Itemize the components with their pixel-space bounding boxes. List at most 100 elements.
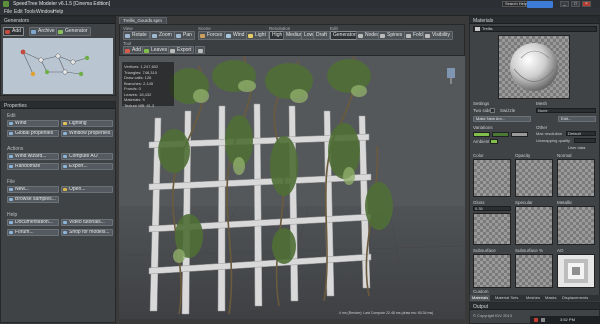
unwrapping-quality-field[interactable] (574, 138, 596, 143)
material-preview[interactable] (498, 35, 570, 99)
export-icon (63, 165, 67, 168)
generator-button[interactable]: Generator (56, 27, 91, 36)
file-section-label: File (7, 179, 16, 185)
visibility-mode-button[interactable]: Visibility (423, 31, 453, 40)
subsurface-percent-slot[interactable] (515, 254, 553, 288)
compute-ao-button[interactable]: Compute AO (61, 153, 113, 160)
tab-materials[interactable]: Materials (470, 295, 491, 301)
export-button[interactable]: Export... (61, 163, 113, 170)
randomize-button[interactable]: Randomize (7, 163, 59, 170)
wind-icon (226, 34, 231, 38)
window-icon (63, 132, 67, 135)
minimize-button[interactable]: _ (560, 1, 569, 7)
generator-icon (58, 30, 63, 34)
scene-wind-button[interactable]: Wind (224, 31, 248, 40)
zoom-button[interactable]: Zoom (150, 31, 175, 40)
fold-icon (406, 34, 411, 38)
pan-button[interactable]: Pan (174, 31, 195, 40)
window-properties-button[interactable]: Window properties (61, 130, 113, 137)
menu-window[interactable]: Window (36, 9, 54, 15)
folder-icon (63, 188, 67, 191)
leaves-tool-button[interactable]: Leaves (142, 46, 171, 54)
lighting-icon (63, 122, 67, 125)
menu-tools[interactable]: Tools (24, 9, 36, 15)
global-properties-button[interactable]: Global properties (7, 130, 59, 137)
custom-map-label: Custom (473, 289, 489, 294)
menu-edit[interactable]: Edit (14, 9, 23, 15)
specular-map-label: Specular (515, 200, 533, 205)
menu-help[interactable]: Help (53, 9, 63, 15)
video-tutorials-button[interactable]: Video tutorials... (61, 219, 113, 226)
close-button[interactable]: × (582, 1, 591, 7)
browse-samples-button[interactable]: Browse samples... (7, 196, 59, 203)
tab-masks[interactable]: Masks (543, 295, 559, 301)
open-button[interactable]: Open... (61, 186, 113, 193)
variation-swatch-gray[interactable] (511, 132, 528, 137)
forces-button[interactable]: Forces (198, 31, 226, 40)
mesh-label: Mesh (536, 101, 548, 106)
draft-resolution-button[interactable]: Draft (313, 31, 330, 40)
material-selector[interactable]: Trellis (473, 26, 597, 32)
document-tab[interactable]: Trellis_Gourds.spm (119, 17, 167, 24)
archive-button[interactable]: Archive (29, 27, 58, 36)
light-button[interactable]: Light (246, 31, 269, 40)
make-new-button[interactable]: Make New Am... (473, 116, 531, 122)
properties-panel: Properties Edit Wind Lighting Global pro… (0, 101, 116, 323)
tab-displacements[interactable]: Displacements (560, 295, 590, 301)
spines-mode-button[interactable]: Spines (378, 31, 406, 40)
wind-wizard-button[interactable]: Wind wizard... (7, 153, 59, 160)
ao-icon (63, 155, 67, 158)
specular-map-slot[interactable] (515, 206, 553, 245)
metallic-map-slot[interactable] (557, 206, 595, 245)
toolbar: View Rotate Zoom Pan Scene Forces Wind L… (119, 24, 465, 56)
variations-label: Variations (473, 125, 493, 130)
export-tool-button[interactable]: Export (168, 46, 195, 54)
max-resolution-dropdown[interactable]: Default (566, 131, 596, 136)
tab-meshes[interactable]: Meshes (524, 295, 542, 301)
window-title: SpeedTree Modeler v6.1.5 [Cinema Edition… (13, 1, 111, 7)
app-icon (3, 1, 9, 7)
ao-map-label: AO (557, 248, 564, 253)
output-text: © Copyright IDV 2013 (473, 313, 512, 318)
search-help-label: Search Help (505, 1, 528, 6)
stat-line: Texture MB: 61.3 (124, 102, 155, 108)
subsurface-map-slot[interactable] (473, 254, 511, 288)
documentation-button[interactable]: Documentation... (7, 219, 59, 226)
search-go-button[interactable] (527, 1, 553, 8)
mesh-dropdown[interactable]: None (536, 108, 596, 113)
add-generator-button[interactable]: Add (3, 27, 24, 36)
ambient-swatch[interactable] (490, 139, 498, 144)
tab-material-sets[interactable]: Material Sets (493, 295, 520, 301)
mesh-edit-button[interactable]: Edit... (558, 116, 596, 122)
generator-graph[interactable] (3, 38, 113, 94)
variation-swatch-dark[interactable] (492, 132, 509, 137)
opacity-map-slot[interactable] (515, 159, 553, 197)
gloss-value-field[interactable]: 0.35 (473, 206, 511, 211)
rotate-button[interactable]: Rotate (123, 31, 150, 40)
color-map-slot[interactable] (473, 159, 511, 197)
rotate-icon (125, 34, 130, 38)
new-button[interactable]: New... (7, 186, 59, 193)
ao-map-slot[interactable] (557, 254, 595, 288)
gloss-map-label: Gloss (473, 200, 485, 205)
lighting-button[interactable]: Lighting (61, 120, 113, 127)
metallic-map-label: Metallic (557, 200, 573, 205)
3d-viewport[interactable]: Vertices: 1,247,602 Triangles: 748,310 D… (119, 56, 465, 319)
settings-tool-button[interactable] (195, 46, 205, 54)
maximize-button[interactable]: □ (571, 1, 580, 7)
normal-map-slot[interactable] (557, 159, 595, 197)
menu-file[interactable]: File (4, 9, 12, 15)
shop-button[interactable]: Shop for models... (61, 229, 113, 236)
gloss-map-slot[interactable] (473, 213, 511, 245)
new-file-icon (9, 188, 13, 191)
network-icon (534, 318, 538, 322)
ambient-label: Ambient (473, 139, 490, 144)
globe-icon (9, 132, 13, 135)
user-data-label: User data (568, 145, 586, 150)
two-sided-checkbox[interactable] (490, 108, 495, 113)
generators-panel: Generators Add Archive Generator (0, 16, 116, 96)
wind-button[interactable]: Wind (7, 120, 59, 127)
add-tool-button[interactable]: Add (123, 46, 144, 54)
forum-button[interactable]: Forum... (7, 229, 59, 236)
variation-swatch-light[interactable] (473, 132, 490, 137)
